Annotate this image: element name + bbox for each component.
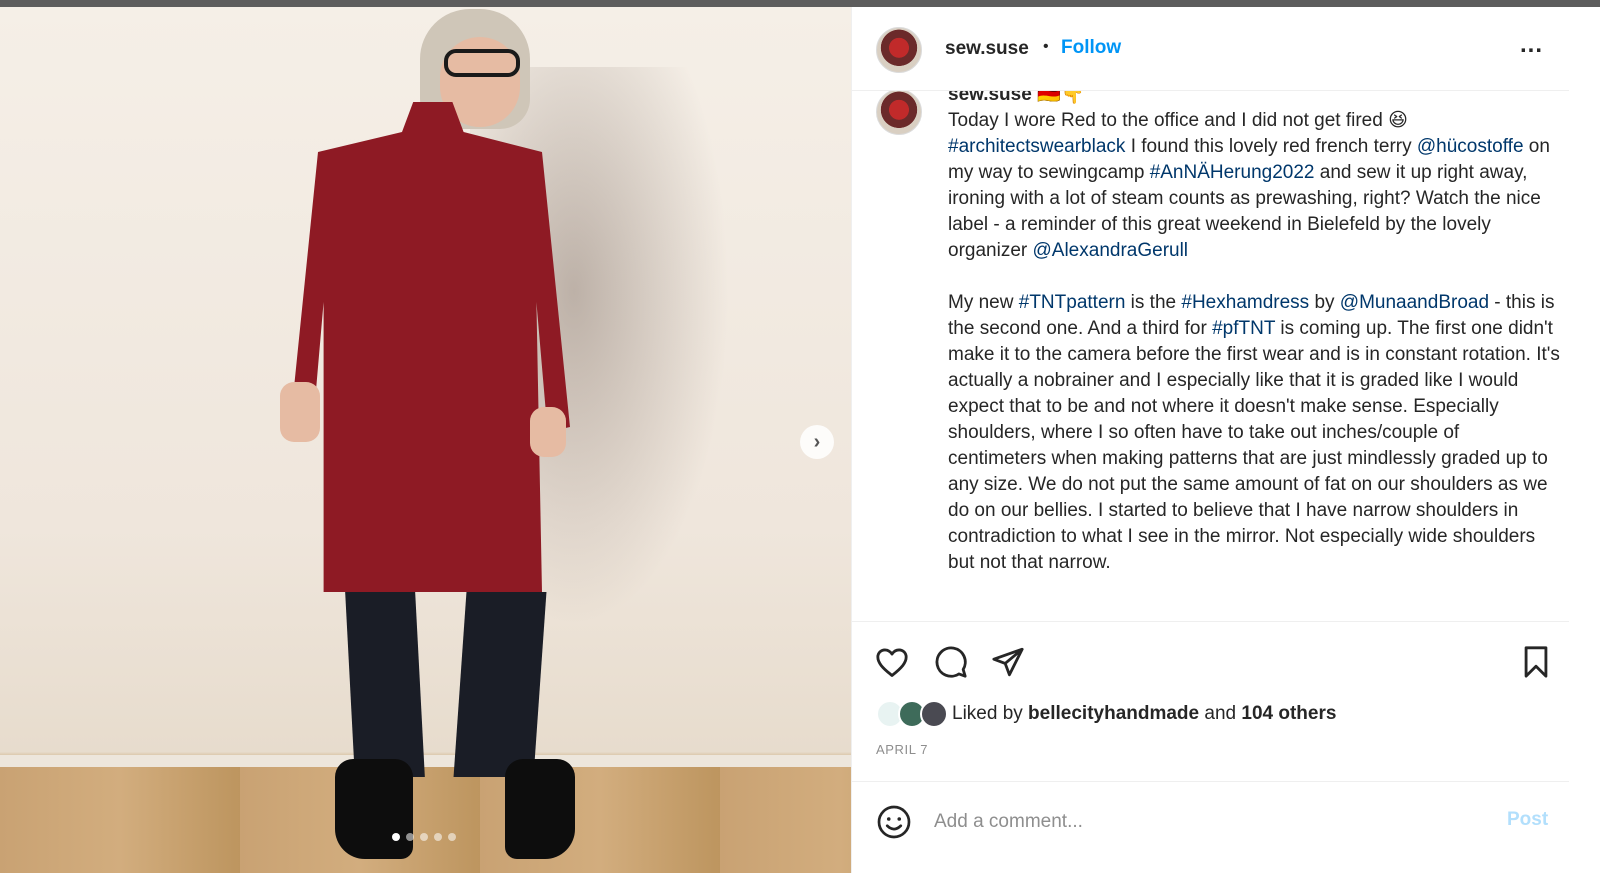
boot-right [505,759,575,859]
separator-dot: • [1043,38,1049,55]
caption-username[interactable]: sew.suse [948,91,1032,105]
likes-text: Liked by bellecityhandmade and 104 other… [952,703,1336,725]
person-hand-left [280,382,320,442]
post-actions [852,621,1569,691]
post-comment-button[interactable]: Post [1507,809,1548,831]
caption-text-segment: I found this lovely red french terry [1125,136,1417,157]
post-date[interactable]: APRIL 7 [876,742,928,757]
hashtag-link[interactable]: #architectswearblack [948,136,1125,157]
emoji-icon [877,805,911,839]
hashtag-link[interactable]: #AnNÄHerung2022 [1150,162,1315,183]
boot-left [335,759,413,859]
share-button[interactable] [990,644,1026,680]
heart-icon [876,648,908,677]
carousel-dot [420,833,428,841]
post-side-panel: sew.suse • Follow ... sew.suse 🇩🇪👇 Today… [851,7,1600,873]
red-dress [290,102,570,592]
caption-section: sew.suse 🇩🇪👇 Today I wore Red to the off… [852,90,1569,620]
comment-button[interactable] [933,644,969,680]
comment-bar: Post [852,781,1569,873]
like-button[interactable] [874,644,910,680]
post-photo[interactable]: › [0,7,868,873]
flag-emoji: 🇩🇪👇 [1037,90,1085,105]
hashtag-link[interactable]: #TNTpattern [1019,292,1126,313]
likes-prefix: Liked by [952,703,1029,724]
mention-link[interactable]: @AlexandraGerull [1033,240,1189,261]
save-button[interactable] [1518,644,1554,680]
chevron-right-icon: › [813,430,821,453]
bookmark-icon [1524,646,1548,678]
carousel-dot [434,833,442,841]
post-username[interactable]: sew.suse [945,38,1029,60]
caption-text-segment: is the [1125,292,1182,313]
carousel-next-button[interactable]: › [800,425,834,459]
comment-icon [935,646,967,678]
follow-button[interactable]: Follow [1061,37,1121,59]
carousel-dot [392,833,400,841]
hashtag-link[interactable]: #pfTNT [1212,318,1275,339]
carousel-dots [392,833,456,841]
avatar[interactable] [876,91,922,135]
avatar[interactable] [920,700,948,728]
share-icon [992,647,1024,677]
hashtag-link[interactable]: #Hexhamdress [1181,292,1309,313]
mention-link[interactable]: @hücostoffe [1417,136,1524,157]
avatar[interactable] [876,27,922,73]
post-header: sew.suse • Follow ... [852,7,1569,89]
emoji-button[interactable] [876,804,912,840]
person-pants-left [345,592,425,777]
more-icon[interactable]: ... [1520,31,1543,59]
caption-text-segment: by [1309,292,1340,313]
liker-avatars [876,700,952,728]
likes-others-link[interactable]: 104 others [1241,703,1336,724]
person-pants-right [453,592,547,777]
comment-input[interactable] [934,808,1494,836]
carousel-dot [448,833,456,841]
wooden-floor [0,767,868,873]
caption-text: sew.suse 🇩🇪👇 Today I wore Red to the off… [948,90,1560,576]
mention-link[interactable]: @MunaandBroad [1340,292,1489,313]
caption-text-segment: is coming up. The first one didn't make … [948,318,1560,573]
carousel-dot [406,833,414,841]
browser-top-bar [0,0,1600,7]
person-hand-right [530,407,566,457]
likes-row: Liked by bellecityhandmade and 104 other… [876,700,1336,728]
caption-text-segment: Today I wore Red to the office and I did… [948,110,1408,131]
person-glasses [444,49,520,77]
liker-username[interactable]: bellecityhandmade [1028,703,1199,724]
likes-middle: and [1199,703,1242,724]
caption-text-segment: My new [948,292,1019,313]
